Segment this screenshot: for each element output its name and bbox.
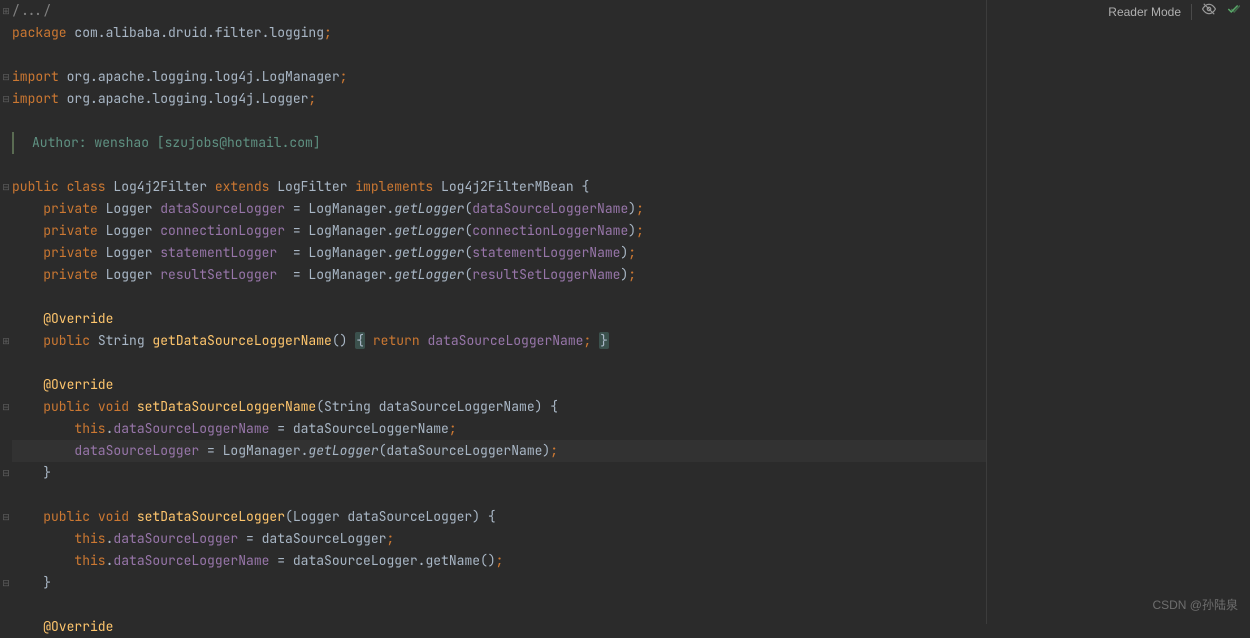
brace-highlight: { [355,332,365,349]
import-path: org.apache.logging.log4j.Logger [59,90,309,107]
cursor-line[interactable]: dataSourceLogger = LogManager.getLogger(… [12,440,986,462]
class-name: Log4j2Filter [106,178,215,195]
import-path: org.apache.logging.log4j.LogManager [59,68,340,85]
keyword: package [12,24,67,41]
method-name: setDataSourceLogger [137,508,285,525]
fold-icon[interactable]: ⊟ [0,396,12,418]
field-name: statementLogger [160,244,277,261]
side-panel [987,0,1250,624]
code-editor[interactable]: /.../ package com.alibaba.druid.filter.l… [12,0,987,624]
reader-mode-label[interactable]: Reader Mode [1108,1,1181,23]
package-name: com.alibaba.druid.filter.logging [67,24,324,41]
field-name: dataSourceLogger [160,200,285,217]
field-name: resultSetLogger [160,266,277,283]
fold-icon[interactable]: ⊟ [0,176,12,198]
fold-icon[interactable]: ⊟ [0,88,12,110]
fold-icon[interactable]: ⊞ [0,0,12,22]
keyword: private [43,200,98,217]
gutter: ⊞ ⊟ ⊟ ⊟ ⊞ ⊟ ⊟ ⊟ ⊟ [0,0,12,624]
keyword: import [12,68,59,85]
separator [1191,4,1192,20]
annotation: @Override [43,310,113,327]
field-name: connectionLogger [160,222,285,239]
annotation: @Override [43,618,113,635]
keyword: public class [12,178,106,195]
javadoc-comment: Author: wenshao [szujobs@hotmail.com] [14,134,321,151]
method-call: getLogger [394,200,464,217]
watermark: CSDN @孙陆泉 [1152,594,1238,616]
fold-icon[interactable]: ⊟ [0,572,12,594]
fold-icon[interactable]: ⊞ [0,330,12,352]
fold-icon[interactable]: ⊟ [0,462,12,484]
check-icon[interactable] [1226,1,1240,23]
keyword: import [12,90,59,107]
fold-marker[interactable]: /.../ [12,2,51,19]
annotation: @Override [43,376,113,393]
fold-icon[interactable]: ⊟ [0,66,12,88]
method-name: getDataSourceLoggerName [152,332,331,349]
eye-off-icon[interactable] [1202,1,1216,23]
top-bar: Reader Mode [1108,0,1250,24]
fold-icon[interactable]: ⊟ [0,506,12,528]
method-name: setDataSourceLoggerName [137,398,316,415]
